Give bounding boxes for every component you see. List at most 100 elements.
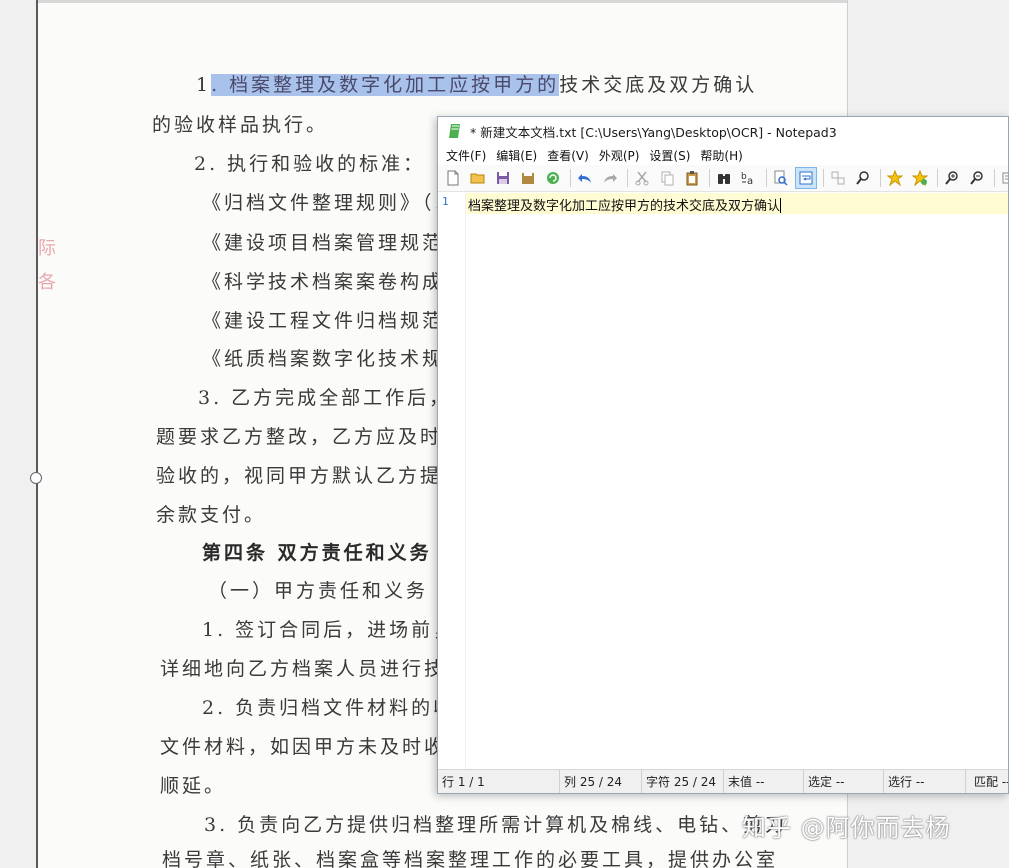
star-add-icon	[912, 170, 928, 186]
doc-line-1-rest: 技术交底及双方确认	[559, 74, 758, 96]
doc-line-12: 余款支付。	[156, 504, 267, 526]
split-view-button[interactable]	[827, 167, 849, 189]
doc-line-1-number: 1	[196, 74, 212, 96]
find-button[interactable]	[713, 167, 735, 189]
document-search-icon	[774, 170, 788, 186]
editor-text-content: 档案整理及数字化加工应按甲方的技术交底及双方确认	[468, 199, 781, 214]
menu-edit[interactable]: 编辑(E)	[494, 147, 545, 164]
line-number: 1	[442, 195, 449, 208]
toolbar-separator	[823, 169, 824, 187]
status-bar: 行 1 / 1 列 25 / 24 字符 25 / 24 末值 -- 选定 --…	[438, 769, 1008, 793]
new-file-icon	[447, 170, 459, 186]
save-icon	[497, 172, 509, 184]
doc-line-6: 《科学技术档案案卷构成	[202, 271, 445, 293]
zoom-in-button[interactable]	[941, 167, 963, 189]
copy-button[interactable]	[656, 167, 678, 189]
new-file-button[interactable]	[442, 167, 464, 189]
menu-file[interactable]: 文件(F)	[444, 147, 494, 164]
line-number-gutter: 1	[438, 193, 466, 769]
magnifier-icon	[856, 171, 869, 185]
zhihu-watermark: 知乎 @阿你而去杨	[742, 814, 951, 842]
notepad3-app-icon	[449, 124, 460, 138]
undo-button[interactable]	[574, 167, 596, 189]
doc-line-15: 1. 签订合同后，进场前，	[202, 619, 456, 641]
status-value: 末值 --	[724, 770, 804, 793]
replace-icon: ba	[741, 172, 753, 186]
doc-line-21: 档号章、纸张、档案盒等档案整理工作的必要工具，提供办公室	[162, 849, 779, 868]
doc-line-1: 1. 档案整理及数字化加工应按甲方的技术交底及双方确认	[196, 70, 757, 97]
menu-view[interactable]: 查看(V)	[545, 147, 597, 164]
save-as-button[interactable]	[517, 167, 539, 189]
window-titlebar[interactable]: * 新建文本文档.txt [C:\Users\Yang\Desktop\OCR]…	[438, 117, 1008, 145]
find-file-button[interactable]	[770, 167, 792, 189]
toolbar-separator	[709, 169, 710, 187]
doc-line-3: 2. 执行和验收的标准：	[194, 153, 426, 175]
status-match: 匹配 --	[974, 775, 1008, 789]
zoom-in-icon	[945, 171, 958, 185]
save-as-icon	[522, 173, 534, 184]
toolbar-separator	[880, 169, 881, 187]
status-char: 字符 25 / 24	[642, 770, 724, 793]
menu-settings[interactable]: 设置(S)	[647, 147, 698, 164]
undo-icon	[578, 174, 591, 183]
save-button[interactable]	[492, 167, 514, 189]
page-margin-handle[interactable]	[30, 472, 42, 484]
copy-icon	[661, 171, 674, 186]
doc-line-9: 3. 乙方完成全部工作后，	[198, 387, 452, 409]
cut-button[interactable]	[631, 167, 653, 189]
doc-line-16: 详细地向乙方档案人员进行技	[160, 658, 447, 680]
paste-button[interactable]	[681, 167, 703, 189]
doc-line-17: 2. 负责归档文件材料的收	[202, 697, 456, 719]
doc-line-11: 验收的，视同甲方默认乙方提	[156, 465, 443, 487]
text-caret	[780, 198, 782, 213]
doc-section-heading: 第四条 双方责任和义务	[202, 542, 432, 564]
toolbar-separator	[937, 169, 938, 187]
status-line: 行 1 / 1	[438, 770, 560, 793]
redo-icon	[604, 174, 617, 183]
toolbar-separator	[627, 169, 628, 187]
doc-line-5: 《建设项目档案管理规范	[202, 232, 445, 254]
doc-line-20: 3. 负责向乙方提供归档整理所需计算机及棉线、电钻、剪刀	[204, 814, 788, 836]
doc-line-18: 文件材料，如因甲方未及时收	[160, 736, 447, 758]
doc-selected-text[interactable]: . 档案整理及数字化加工应按甲方的	[211, 74, 560, 96]
doc-line-4: 《归档文件整理规则》（以	[202, 192, 457, 214]
zoom-out-button[interactable]	[966, 167, 988, 189]
status-column: 列 25 / 24	[560, 770, 642, 793]
doc-subsection-heading: （一）甲方责任和义务	[208, 580, 429, 602]
revert-button[interactable]	[542, 167, 564, 189]
notepad3-window[interactable]: * 新建文本文档.txt [C:\Users\Yang\Desktop\OCR]…	[437, 116, 1009, 794]
redo-button[interactable]	[599, 167, 621, 189]
toolbar-separator	[570, 169, 571, 187]
schema-button[interactable]	[998, 167, 1008, 189]
zoom-out-icon	[970, 171, 983, 185]
doc-line-8: 《纸质档案数字化技术规	[202, 348, 445, 370]
svg-text:a: a	[747, 176, 753, 186]
clipboard-icon	[686, 171, 698, 186]
toolbar-separator	[766, 169, 767, 187]
menu-appearance[interactable]: 外观(P)	[597, 147, 648, 164]
toolbar-separator	[994, 169, 995, 187]
replace-button[interactable]: ba	[738, 167, 760, 189]
add-favorite-button[interactable]	[884, 167, 906, 189]
editor-text-line[interactable]: 档案整理及数字化加工应按甲方的技术交底及双方确认	[468, 195, 782, 214]
doc-line-2: 的验收样品执行。	[152, 114, 329, 136]
open-file-button[interactable]	[467, 167, 489, 189]
word-wrap-icon	[799, 171, 813, 185]
scissors-icon	[635, 171, 649, 186]
menu-help[interactable]: 帮助(H)	[698, 147, 750, 164]
favorites-button[interactable]	[909, 167, 931, 189]
doc-line-19: 顺延。	[160, 775, 227, 797]
zoom-find-button[interactable]	[852, 167, 874, 189]
binoculars-icon	[718, 174, 730, 184]
menu-bar: 文件(F) 编辑(E) 查看(V) 外观(P) 设置(S) 帮助(H)	[438, 145, 1008, 165]
red-seal-stamp: 际 各	[38, 238, 56, 293]
status-selected-lines: 选行 --	[884, 770, 966, 793]
doc-line-7: 《建设工程文件归档规范	[202, 310, 445, 332]
page-top-edge	[38, 0, 847, 3]
status-selection: 选定 --	[804, 770, 884, 793]
panel-icon	[1002, 172, 1008, 184]
word-wrap-toggle[interactable]	[795, 167, 817, 189]
reload-icon	[547, 172, 559, 184]
text-editor-area[interactable]: 1 档案整理及数字化加工应按甲方的技术交底及双方确认	[438, 193, 1008, 769]
toolbar: ba	[438, 165, 1008, 192]
